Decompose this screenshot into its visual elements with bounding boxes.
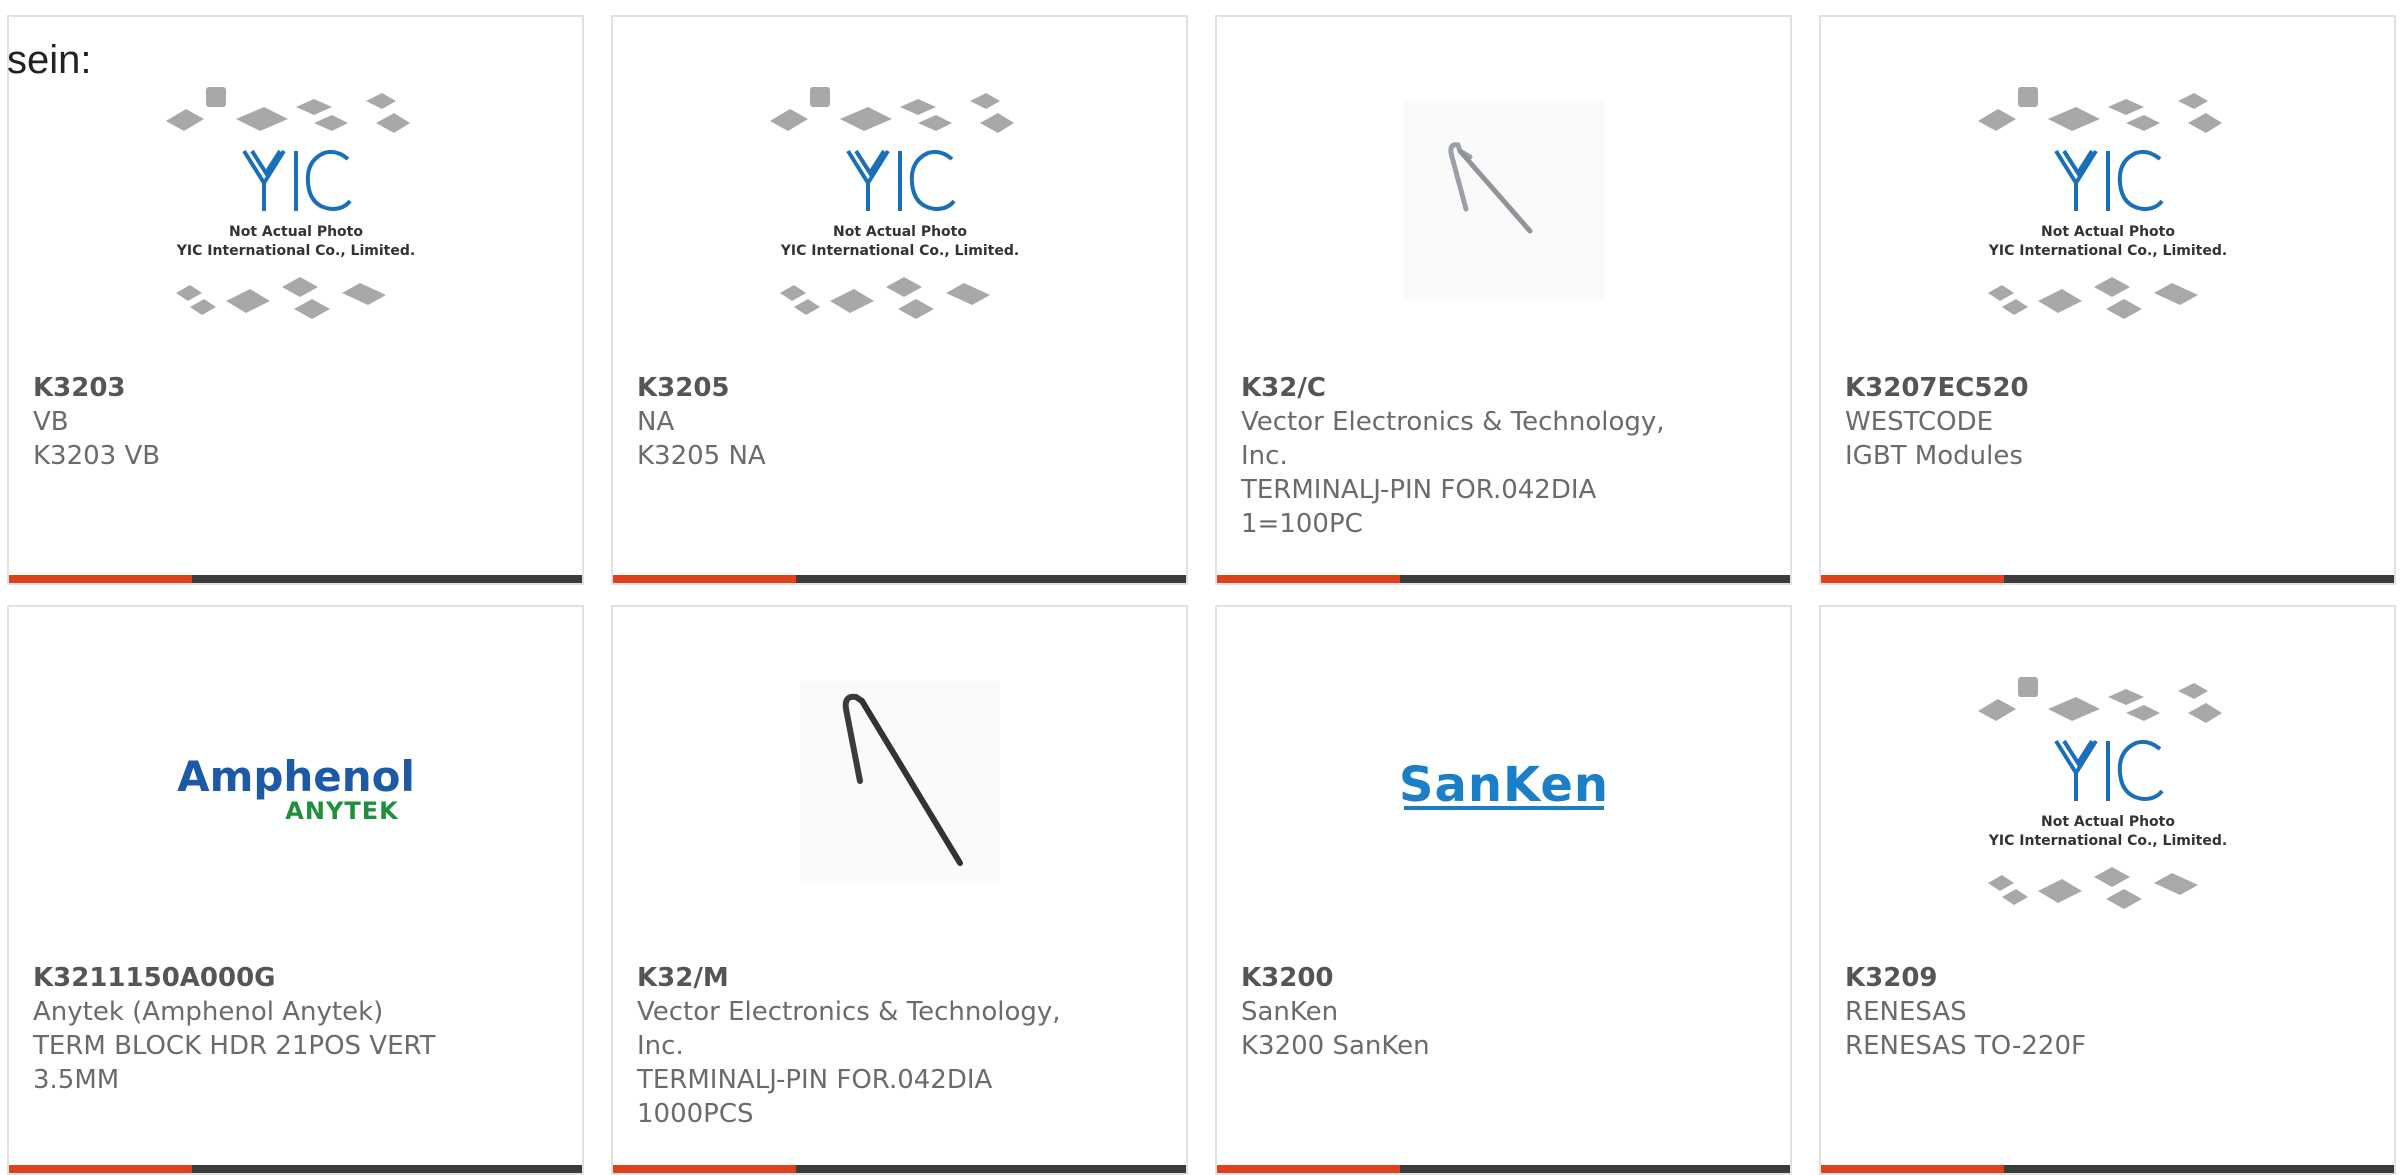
product-image[interactable]: Amphenol ANYTEK	[146, 651, 446, 921]
sanken-logo-icon: SanKen	[1398, 757, 1608, 813]
card-bottom-bar	[1821, 1165, 2394, 1173]
part-number-link[interactable]: K3200	[1241, 961, 1670, 995]
brand-text: Vector Electronics & Technology, Inc.	[637, 997, 1061, 1061]
svg-text:Not Actual Photo: Not Actual Photo	[229, 224, 363, 240]
product-card[interactable]: Not Actual Photo YIC International Co., …	[7, 15, 584, 585]
product-info: K32/M Vector Electronics & Technology, I…	[637, 961, 1066, 1131]
svg-text:ANYTEK: ANYTEK	[285, 797, 399, 825]
j-pin-icon	[1403, 101, 1604, 301]
brand-text: WESTCODE	[1845, 407, 1994, 437]
product-grid: Not Actual Photo YIC International Co., …	[0, 0, 2400, 1175]
amphenol-logo-icon: Amphenol ANYTEK	[177, 752, 415, 825]
svg-text:YIC International Co., Limited: YIC International Co., Limited.	[779, 243, 1018, 259]
product-card[interactable]: K32/M Vector Electronics & Technology, I…	[611, 605, 1188, 1175]
card-bottom-bar-accent	[613, 575, 796, 583]
description-text: K3205 NA	[637, 441, 766, 471]
description-text: TERM BLOCK HDR 21POS VERT 3.5MM	[33, 1031, 436, 1095]
part-number-link[interactable]: K3207EC520	[1845, 371, 2274, 405]
brand-text: VB	[33, 407, 69, 437]
product-image[interactable]: SanKen	[1354, 651, 1654, 921]
product-card[interactable]: Not Actual Photo YIC International Co., …	[611, 15, 1188, 585]
part-number-link[interactable]: K32/C	[1241, 371, 1670, 405]
description-text: IGBT Modules	[1845, 441, 2023, 471]
part-number-link[interactable]: K3209	[1845, 961, 2274, 995]
part-number-link[interactable]: K3211150A000G	[33, 961, 462, 995]
product-info: K3211150A000G Anytek (Amphenol Anytek) T…	[33, 961, 462, 1097]
j-pin-icon	[799, 681, 1000, 881]
card-bottom-bar-accent	[1821, 1165, 2004, 1173]
card-bottom-bar-accent	[1217, 1165, 1400, 1173]
product-card[interactable]: Amphenol ANYTEK K3211150A000G Anytek (Am…	[7, 605, 584, 1175]
brand-text: RENESAS	[1845, 997, 1967, 1027]
product-info: K3207EC520 WESTCODE IGBT Modules	[1845, 371, 2274, 473]
product-info: K3209 RENESAS RENESAS TO-220F	[1845, 961, 2274, 1063]
product-image[interactable]: Not Actual Photo YIC International Co., …	[750, 61, 1050, 331]
brand-text: SanKen	[1241, 997, 1339, 1027]
svg-text:YIC International Co., Limited: YIC International Co., Limited.	[1987, 243, 2226, 259]
part-number-link[interactable]: K32/M	[637, 961, 1066, 995]
description-text: TERMINALJ-PIN FOR.042DIA 1=100PC	[1241, 475, 1597, 539]
svg-text:SanKen: SanKen	[1398, 757, 1608, 813]
card-bottom-bar-accent	[613, 1165, 796, 1173]
product-info: K32/C Vector Electronics & Technology, I…	[1241, 371, 1670, 541]
card-bottom-bar	[9, 1165, 582, 1173]
card-bottom-bar-accent	[1217, 575, 1400, 583]
product-card[interactable]: SanKen K3200 SanKen K3200 SanKen	[1215, 605, 1792, 1175]
product-image[interactable]: Not Actual Photo YIC International Co., …	[1958, 61, 2258, 331]
product-card[interactable]: Not Actual Photo YIC International Co., …	[1819, 605, 2396, 1175]
product-card[interactable]: K32/C Vector Electronics & Technology, I…	[1215, 15, 1792, 585]
svg-text:Amphenol: Amphenol	[177, 752, 415, 801]
product-image[interactable]	[750, 651, 1050, 921]
svg-text:Not Actual Photo: Not Actual Photo	[833, 224, 967, 240]
yic-placeholder-icon: Not Actual Photo YIC International Co., …	[165, 87, 415, 319]
card-bottom-bar	[1217, 1165, 1790, 1173]
description-text: RENESAS TO-220F	[1845, 1031, 2086, 1061]
product-image[interactable]: Not Actual Photo YIC International Co., …	[146, 61, 446, 331]
product-info: K3203 VB K3203 VB	[33, 371, 462, 473]
brand-text: Anytek (Amphenol Anytek)	[33, 997, 384, 1027]
svg-text:YIC International Co., Limited: YIC International Co., Limited.	[175, 243, 414, 259]
description-text: TERMINALJ-PIN FOR.042DIA 1000PCS	[637, 1065, 993, 1129]
card-bottom-bar	[613, 575, 1186, 583]
brand-text: NA	[637, 407, 675, 437]
product-image[interactable]	[1354, 61, 1654, 331]
card-bottom-bar	[613, 1165, 1186, 1173]
description-text: K3203 VB	[33, 441, 161, 471]
product-info: K3200 SanKen K3200 SanKen	[1241, 961, 1670, 1063]
yic-placeholder-icon: Not Actual Photo YIC International Co., …	[769, 87, 1019, 319]
card-bottom-bar-accent	[9, 1165, 192, 1173]
svg-text:YIC International Co., Limited: YIC International Co., Limited.	[1987, 833, 2226, 849]
yic-placeholder-icon: Not Actual Photo YIC International Co., …	[1977, 87, 2227, 319]
card-bottom-bar-accent	[1821, 575, 2004, 583]
product-info: K3205 NA K3205 NA	[637, 371, 1066, 473]
product-image[interactable]: Not Actual Photo YIC International Co., …	[1958, 651, 2258, 921]
product-card[interactable]: Not Actual Photo YIC International Co., …	[1819, 15, 2396, 585]
card-bottom-bar-accent	[9, 575, 192, 583]
card-bottom-bar	[1217, 575, 1790, 583]
brand-text: Vector Electronics & Technology, Inc.	[1241, 407, 1665, 471]
part-number-link[interactable]: K3203	[33, 371, 462, 405]
yic-placeholder-icon: Not Actual Photo YIC International Co., …	[1977, 677, 2227, 909]
part-number-link[interactable]: K3205	[637, 371, 1066, 405]
page-prefix-text: sein:	[7, 38, 92, 82]
description-text: K3200 SanKen	[1241, 1031, 1430, 1061]
card-bottom-bar	[1821, 575, 2394, 583]
svg-text:Not Actual Photo: Not Actual Photo	[2041, 814, 2175, 830]
svg-text:Not Actual Photo: Not Actual Photo	[2041, 224, 2175, 240]
card-bottom-bar	[9, 575, 582, 583]
